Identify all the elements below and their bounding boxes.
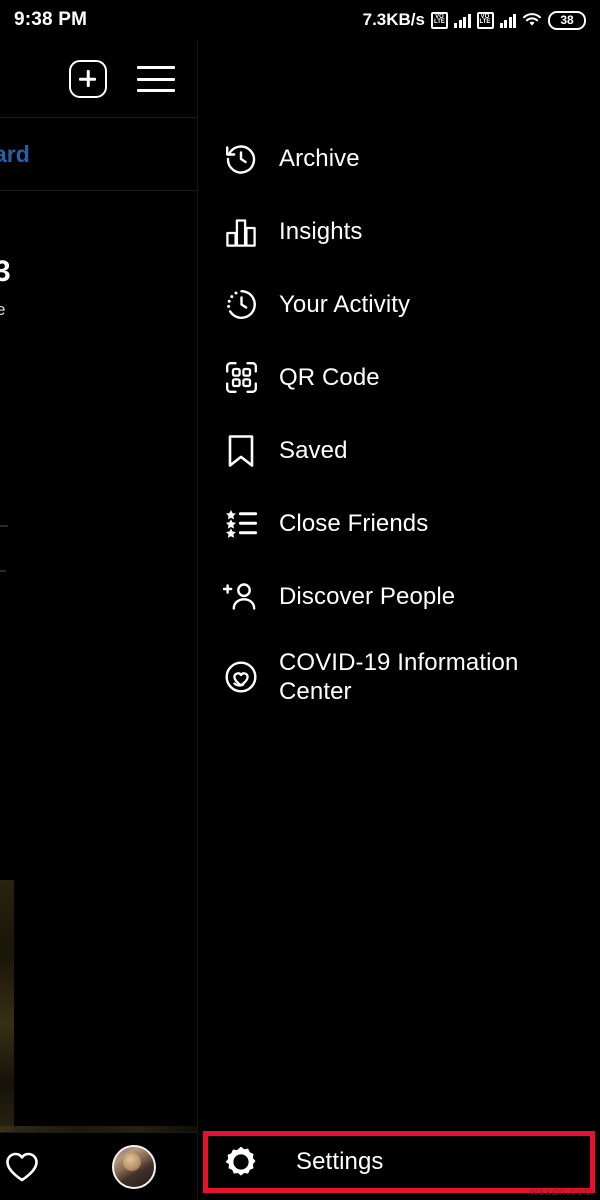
background-stat-label: e [0,300,6,319]
menu-item-insights[interactable]: Insights [198,195,600,268]
side-drawer-menu: Archive Insights Your Activity QR Code S… [197,40,600,1200]
covid-heart-icon [220,656,262,698]
background-photo-thumbnail[interactable] [0,880,14,1140]
avatar[interactable] [112,1144,156,1189]
hamburger-menu-button[interactable] [137,66,175,92]
background-divider-2 [0,570,6,572]
menu-item-settings-label: Settings [296,1148,384,1175]
star-list-icon [220,503,262,545]
menu-item-discover-people-label: Discover People [279,582,456,610]
menu-item-your-activity[interactable]: Your Activity [198,268,600,341]
archive-clock-icon [220,138,262,180]
menu-item-saved-label: Saved [279,436,348,464]
menu-item-qr-code-label: QR Code [279,363,380,391]
status-clock: 9:38 PM [14,9,88,30]
gear-icon [220,1141,262,1183]
plus-square-icon [69,60,107,98]
menu-item-archive-label: Archive [279,144,360,172]
menu-item-close-friends[interactable]: Close Friends [198,487,600,560]
drawer-edge-divider [197,40,198,1200]
volte-icon-bottom: LTE [434,19,445,25]
phone-screen: 9:38 PM 7.3KB/s VO LTE VO LTE 38 ard 3 e… [0,0,600,1200]
background-stat-number: 3 [0,255,11,288]
network-speed-text: 7.3KB/s [362,10,425,29]
menu-item-covid-information-center[interactable]: COVID-19 Information Center [198,633,600,721]
add-post-button[interactable] [69,60,107,98]
volte-icon: VO LTE [431,11,448,29]
volte-icon-2: VO LTE [476,11,494,29]
watermark: wsxdn.com [529,1186,594,1198]
signal-bars-icon-2 [499,12,516,28]
menu-item-qr-code[interactable]: QR Code [198,341,600,414]
menu-item-your-activity-label: Your Activity [279,290,411,318]
menu-item-discover-people[interactable]: Discover People [198,560,600,633]
volte-icon-2-bottom: LTE [479,19,491,25]
menu-item-insights-label: Insights [279,217,363,245]
hamburger-icon [137,66,175,92]
wifi-icon [522,12,542,28]
menu-item-settings[interactable]: Settings [203,1131,595,1193]
heart-icon[interactable] [4,1151,40,1183]
menu-item-close-friends-label: Close Friends [279,509,429,537]
status-indicators: 7.3KB/s VO LTE VO LTE 38 [363,10,586,30]
background-tab-label: ard [0,141,30,167]
menu-item-saved[interactable]: Saved [198,414,600,487]
status-bar: 9:38 PM 7.3KB/s VO LTE VO LTE 38 [0,0,600,40]
qr-code-icon [220,357,262,399]
menu-item-covid-information-center-label: COVID-19 Information Center [279,648,519,705]
bottom-navigation-bar [0,1132,197,1200]
battery-icon: 38 [548,10,586,30]
background-divider-1 [0,525,8,527]
drawer-menu-list: Archive Insights Your Activity QR Code S… [198,118,600,721]
background-tab-row[interactable]: ard [0,119,197,191]
bookmark-icon [220,430,262,472]
menu-item-archive[interactable]: Archive [198,122,600,195]
person-add-icon [220,576,262,618]
signal-bars-icon [454,12,471,28]
drawer-header-spacer [198,40,600,118]
top-toolbar [0,40,197,118]
bar-chart-icon [220,211,262,253]
activity-clock-icon [220,284,262,326]
